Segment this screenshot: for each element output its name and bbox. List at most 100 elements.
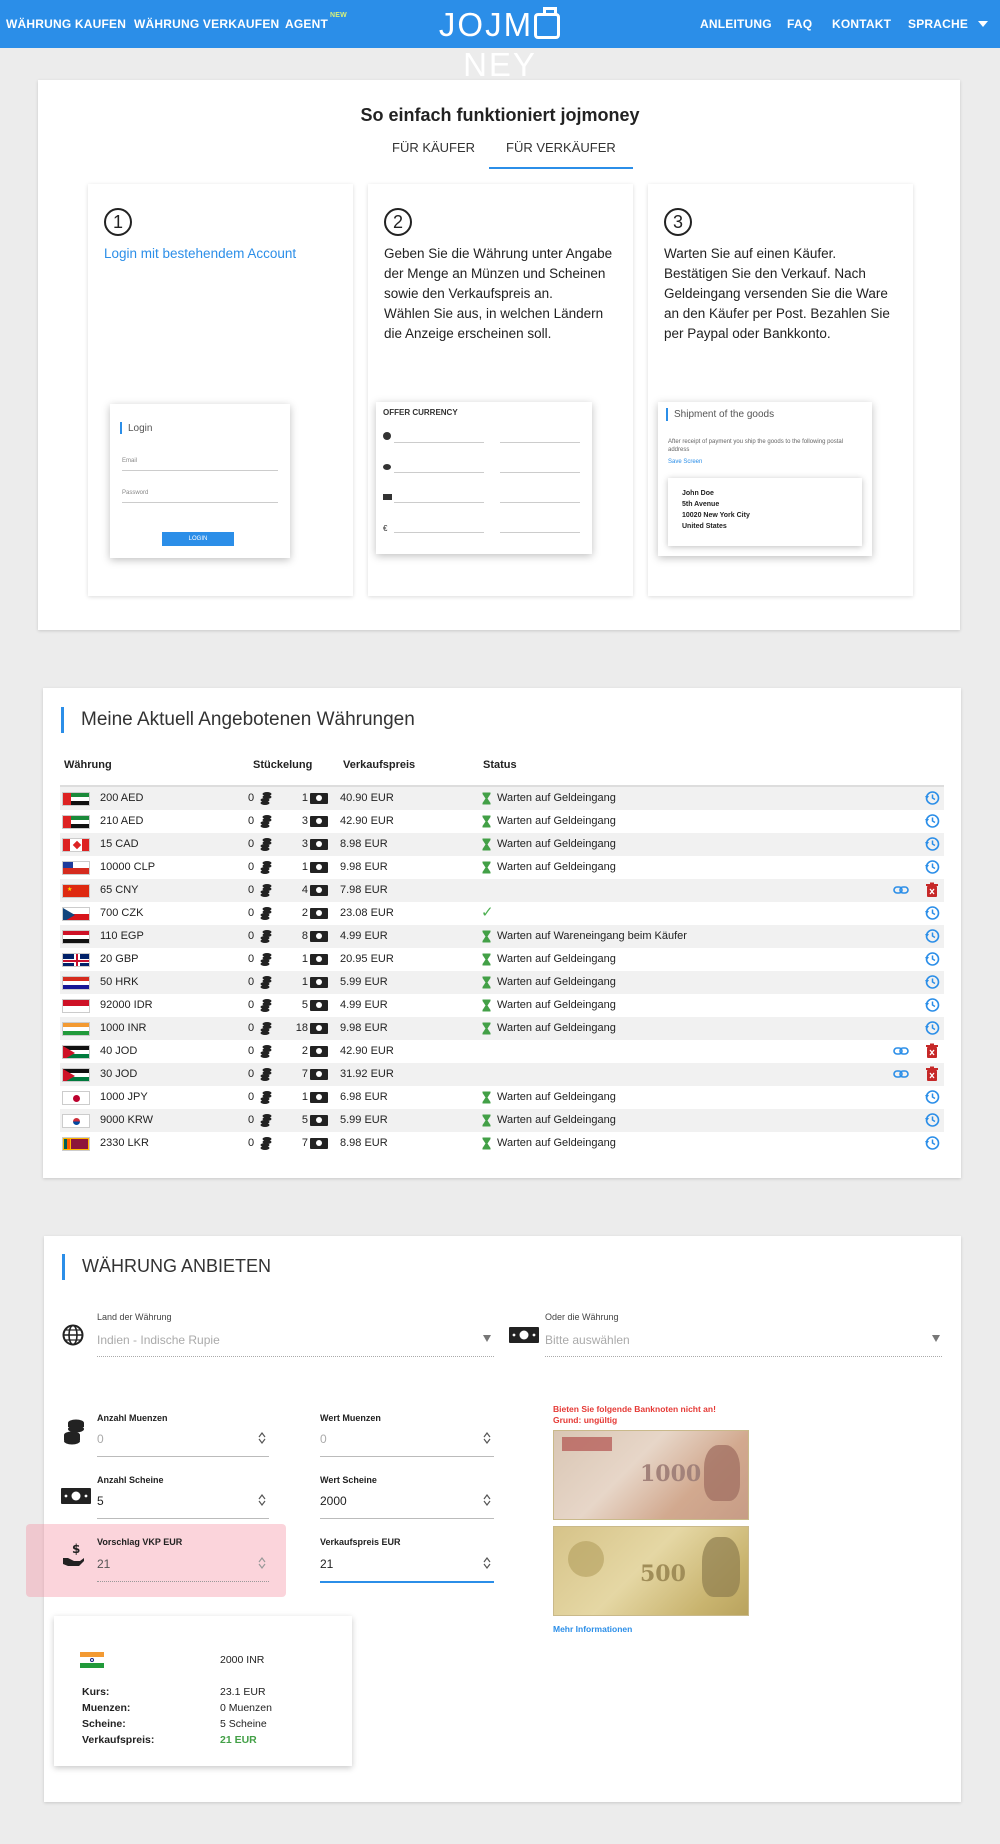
coins-icon	[260, 1045, 272, 1058]
history-icon[interactable]	[924, 859, 940, 875]
coins-icon	[64, 1419, 84, 1445]
status-text: Warten auf Geldeingang	[497, 792, 616, 804]
offer-form-title: WÄHRUNG ANBIETEN	[82, 1256, 272, 1276]
currency-amount: 1000 INR	[100, 1022, 147, 1034]
flag-ca-icon	[62, 838, 90, 852]
mock-shipment-title: Shipment of the goods	[674, 409, 775, 420]
currency-amount: 9000 KRW	[100, 1114, 153, 1126]
table-row: 40 JOD 0 2 42.90 EUR	[60, 1040, 944, 1063]
stepper-icon[interactable]	[258, 1494, 266, 1506]
coins-icon	[260, 1091, 272, 1104]
coins-count: 0	[248, 1114, 255, 1126]
stepper-icon[interactable]	[258, 1432, 266, 1444]
history-icon[interactable]	[924, 1135, 940, 1151]
nav-sell-currency[interactable]: WÄHRUNG VERKAUFEN	[134, 17, 279, 31]
sale-price: 4.99 EUR	[340, 999, 388, 1011]
history-icon[interactable]	[924, 997, 940, 1013]
coins-count: 0	[248, 976, 255, 988]
nav-agent[interactable]: AGENT NEW	[285, 12, 347, 31]
stepper-icon[interactable]	[483, 1494, 491, 1506]
coins-count: 0	[248, 999, 255, 1011]
banknote-icon	[310, 1115, 328, 1126]
coins-count-input[interactable]: 0	[97, 1432, 104, 1446]
history-icon[interactable]	[924, 928, 940, 944]
col-header-status: Status	[483, 759, 517, 771]
coins-icon	[260, 861, 272, 874]
hourglass-icon	[482, 815, 491, 828]
link-icon[interactable]	[893, 882, 909, 898]
nav-guide[interactable]: ANLEITUNG	[700, 17, 772, 31]
more-info-link[interactable]: Mehr Informationen	[553, 1624, 632, 1634]
coins-count: 0	[248, 1091, 255, 1103]
notes-value-input[interactable]: 2000	[320, 1494, 347, 1508]
chevron-down-icon[interactable]	[483, 1335, 491, 1342]
mock-line	[500, 532, 580, 533]
history-icon[interactable]	[924, 905, 940, 921]
notes-count-input[interactable]: 5	[97, 1494, 104, 1508]
sale-price-underline	[320, 1581, 494, 1583]
hourglass-icon	[482, 976, 491, 989]
tab-seller[interactable]: FÜR VERKÄUFER	[489, 140, 633, 169]
summary-notes-label: Scheine:	[82, 1718, 126, 1730]
banknote-icon	[310, 862, 328, 873]
stepper-icon[interactable]	[483, 1432, 491, 1444]
euro-icon: €	[383, 524, 388, 533]
banknote-icon	[383, 494, 392, 500]
banknote-icon	[310, 839, 328, 850]
notes-count: 5	[301, 999, 308, 1011]
history-icon[interactable]	[924, 1112, 940, 1128]
new-badge: NEW	[330, 12, 347, 19]
history-icon[interactable]	[924, 1020, 940, 1036]
stepper-icon[interactable]	[483, 1557, 491, 1569]
sale-price-input[interactable]: 21	[320, 1557, 333, 1571]
status-text: Warten auf Geldeingang	[497, 976, 616, 988]
coins-count: 0	[248, 838, 255, 850]
banknote-icon	[310, 931, 328, 942]
banknote-icon	[61, 1488, 91, 1504]
coins-icon	[260, 884, 272, 897]
status-text: Warten auf Geldeingang	[497, 1137, 616, 1149]
flag-jp-icon	[62, 1091, 90, 1105]
banknote-image-1000: 1000	[553, 1430, 749, 1520]
coins-icon	[260, 930, 272, 943]
step-3-card: 3 Warten Sie auf einen Käufer. Bestätige…	[648, 184, 913, 596]
offer-summary-card: 2000 INR Kurs: 23.1 EUR Muenzen: 0 Muenz…	[54, 1616, 352, 1766]
history-icon[interactable]	[924, 974, 940, 990]
address-line: United States	[682, 523, 727, 530]
delete-icon[interactable]	[924, 882, 940, 898]
nav-buy-currency[interactable]: WÄHRUNG KAUFEN	[6, 17, 126, 31]
flag-gb-icon	[62, 953, 90, 967]
coins-count: 0	[248, 930, 255, 942]
chevron-down-icon[interactable]	[978, 21, 988, 27]
flag-cl-icon	[62, 861, 90, 875]
delete-icon[interactable]	[924, 1043, 940, 1059]
history-icon[interactable]	[924, 836, 940, 852]
login-link[interactable]: Login mit bestehendem Account	[104, 244, 340, 264]
table-row: 1000 JPY 0 1 6.98 EUR Warten auf Geldeingang	[60, 1086, 944, 1109]
sale-price: 40.90 EUR	[340, 792, 394, 804]
history-icon[interactable]	[924, 813, 940, 829]
status-text: Warten auf Geldeingang	[497, 815, 616, 827]
or-currency-select[interactable]: Bitte auswählen	[545, 1333, 630, 1347]
nav-faq[interactable]: FAQ	[787, 17, 812, 31]
table-row: 200 AED 0 1 40.90 EUR Warten auf Geldeingang	[60, 787, 944, 810]
link-icon[interactable]	[893, 1043, 909, 1059]
notes-count: 1	[301, 861, 308, 873]
tab-buyer[interactable]: FÜR KÄUFER	[392, 140, 475, 155]
login-screenshot: Login Email Password LOGIN	[110, 404, 290, 558]
nav-contact[interactable]: KONTAKT	[832, 17, 891, 31]
history-icon[interactable]	[924, 951, 940, 967]
delete-icon[interactable]	[924, 1066, 940, 1082]
link-icon[interactable]	[893, 1066, 909, 1082]
flag-jo-icon	[62, 1068, 90, 1082]
logo[interactable]: JOJMNEY	[414, 5, 586, 83]
coins-value-input[interactable]: 0	[320, 1432, 327, 1446]
currency-amount: 40 JOD	[100, 1045, 138, 1057]
chevron-down-icon[interactable]	[932, 1335, 940, 1342]
warning-reason: Grund: ungültig	[553, 1415, 618, 1425]
sale-price: 6.98 EUR	[340, 1091, 388, 1103]
nav-language[interactable]: SPRACHE	[908, 17, 968, 31]
country-select[interactable]: Indien - Indische Rupie	[97, 1333, 220, 1347]
history-icon[interactable]	[924, 790, 940, 806]
history-icon[interactable]	[924, 1089, 940, 1105]
